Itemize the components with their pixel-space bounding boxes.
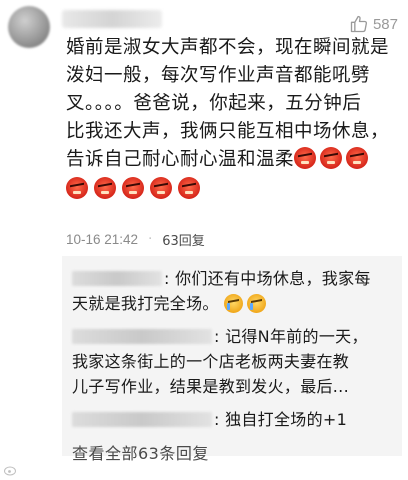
angry-face-icon bbox=[346, 147, 369, 169]
angry-face-icon bbox=[150, 177, 172, 199]
reply-text: : 独自打全场的+1 bbox=[214, 410, 348, 429]
reply-line: : 独自打全场的+1 bbox=[72, 407, 392, 432]
crying-face-icon bbox=[224, 294, 244, 313]
reply-username-blurred[interactable] bbox=[72, 412, 212, 427]
angry-face-icon bbox=[94, 177, 116, 199]
comment-line: 叉。。。。爸爸说，你起来，五分钟后 bbox=[66, 93, 362, 114]
reply-line: 我家这条街上的一个店老板两夫妻在教 bbox=[72, 352, 350, 371]
reply-text: 天就是我打完全场。 bbox=[72, 294, 219, 313]
comment-line: 泼妇一般，每次写作业声音都能吼劈 bbox=[66, 65, 371, 86]
comment-line: 比我还大声，我俩只能互相中场休息， bbox=[66, 121, 390, 142]
watermark bbox=[4, 464, 18, 476]
like-count: 587 bbox=[372, 15, 398, 33]
comment-line: 告诉自己耐心耐心温和温柔 bbox=[66, 146, 402, 174]
reply-line: 儿子写作业，结果是教到发火，最后... bbox=[72, 377, 349, 396]
angry-face-icon bbox=[294, 147, 317, 169]
weibo-logo-icon bbox=[4, 466, 16, 476]
angry-face-icon bbox=[66, 177, 88, 199]
angry-face-icon bbox=[320, 147, 343, 169]
reply-username-blurred[interactable] bbox=[72, 329, 212, 344]
reply-item[interactable]: : 你们还有中场休息，我家每 天就是我打完全场。 bbox=[72, 266, 392, 316]
comment-line-text: 告诉自己耐心耐心温和温柔 bbox=[66, 149, 295, 170]
emoji-row bbox=[66, 176, 402, 204]
reply-line: 天就是我打完全场。 bbox=[72, 291, 392, 316]
replies-panel: : 你们还有中场休息，我家每 天就是我打完全场。 : 记得N年前的一天， 我家这… bbox=[62, 256, 402, 463]
reply-item[interactable]: : 记得N年前的一天， 我家这条街上的一个店老板两夫妻在教 儿子写作业，结果是教… bbox=[72, 324, 392, 399]
comment-meta: 10-16 21:42 · 63回复 bbox=[66, 230, 205, 249]
reply-item[interactable]: : 独自打全场的+1 bbox=[72, 407, 392, 432]
reply-line: : 你们还有中场休息，我家每 bbox=[72, 266, 392, 291]
timestamp: 10-16 21:42 bbox=[66, 232, 139, 247]
angry-face-icon bbox=[122, 177, 144, 199]
like-button[interactable]: 587 bbox=[349, 14, 398, 34]
reply-text: : 你们还有中场休息，我家每 bbox=[164, 269, 371, 288]
reply-text: : 记得N年前的一天， bbox=[214, 327, 368, 346]
view-all-replies-link[interactable]: 查看全部63条回复 bbox=[72, 440, 392, 464]
crying-face-icon bbox=[247, 294, 267, 313]
separator-dot: · bbox=[148, 232, 153, 247]
reply-username-blurred[interactable] bbox=[72, 271, 162, 286]
username-blurred[interactable] bbox=[62, 10, 162, 28]
thumbs-up-icon bbox=[350, 15, 367, 33]
comment-line: 婚前是淑女大声都不会，现在瞬间就是 bbox=[66, 37, 390, 58]
comment-text: 婚前是淑女大声都不会，现在瞬间就是 泼妇一般，每次写作业声音都能吼劈 叉。。。。… bbox=[66, 34, 402, 204]
reply-line: : 记得N年前的一天， bbox=[72, 324, 392, 349]
user-avatar[interactable] bbox=[8, 6, 50, 48]
reply-count-button[interactable]: 63回复 bbox=[162, 230, 205, 249]
angry-face-icon bbox=[178, 177, 200, 199]
